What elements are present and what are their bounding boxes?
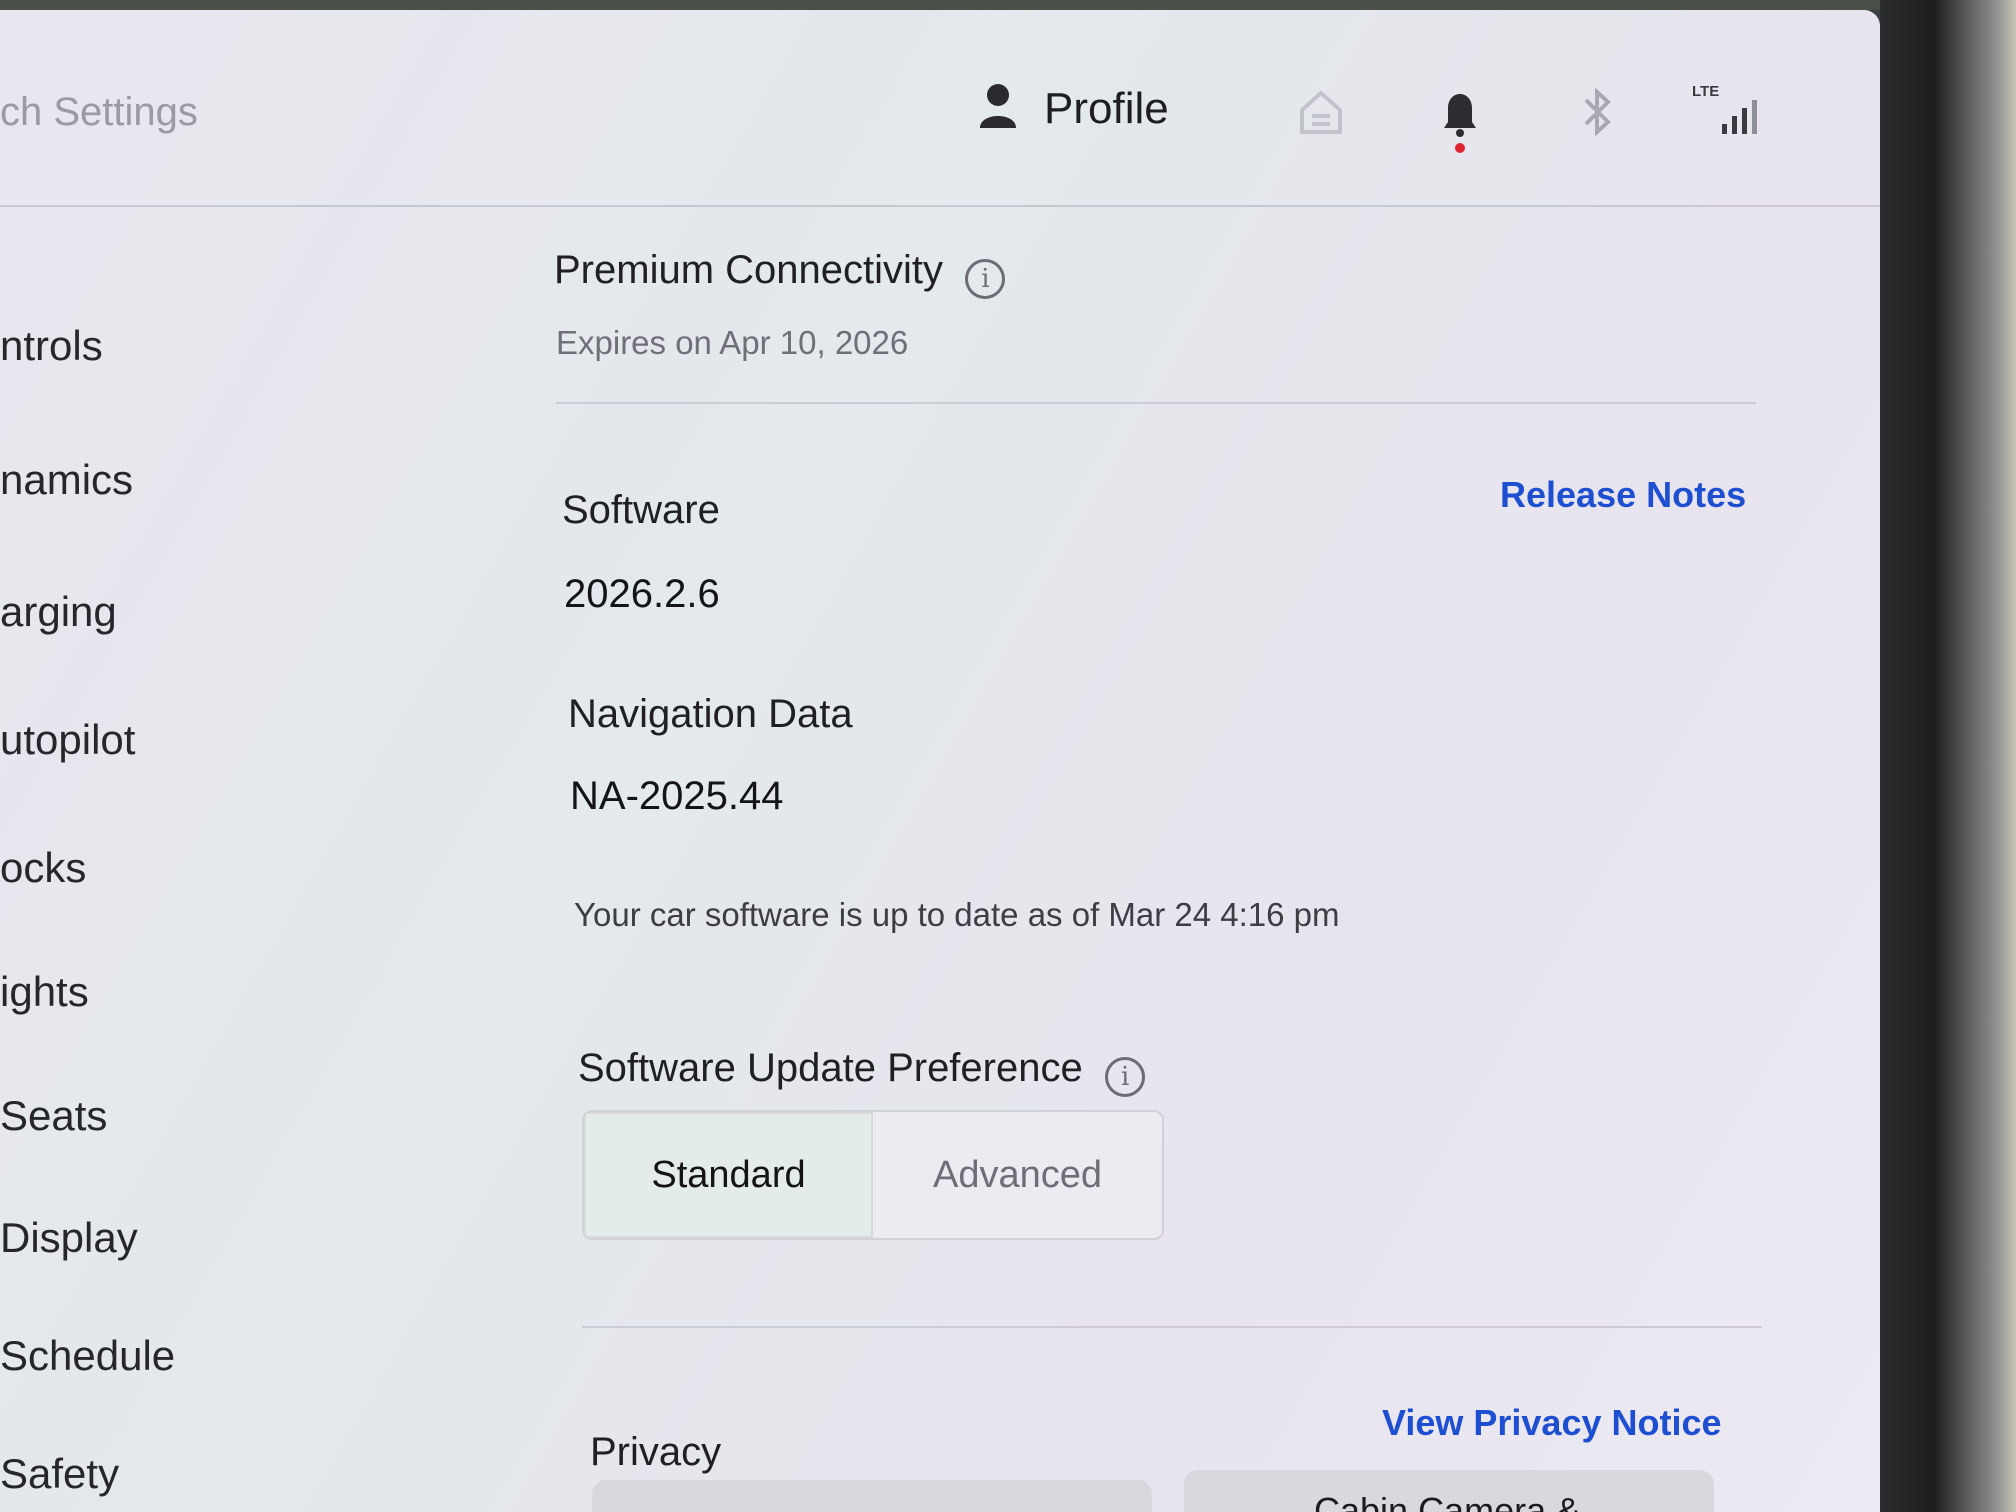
update-preference-selector: Standard Advanced <box>582 1110 1164 1240</box>
sidebar-item-locks[interactable]: ocks <box>0 844 86 892</box>
profile-button[interactable]: Profile <box>978 82 1169 135</box>
touchscreen: ch Settings Profile LTE ntrols namics ar… <box>0 10 1880 1512</box>
sidebar-item-controls[interactable]: ntrols <box>0 322 103 370</box>
sidebar-item-dynamics[interactable]: namics <box>0 456 133 504</box>
sidebar-item-seats[interactable]: Seats <box>0 1092 107 1140</box>
sidebar-item-display[interactable]: Display <box>0 1214 138 1262</box>
advanced-option[interactable]: Advanced <box>873 1112 1162 1238</box>
update-preference-row: Software Update Preference i <box>578 1046 1146 1097</box>
lte-label: LTE <box>1692 83 1719 100</box>
status-icons: LTE <box>1290 83 1770 159</box>
standard-option[interactable]: Standard <box>584 1112 873 1238</box>
sidebar-item-autopilot[interactable]: utopilot <box>0 716 135 764</box>
privacy-label: Privacy <box>590 1430 722 1474</box>
premium-connectivity-title: Premium Connectivity <box>554 248 944 292</box>
screen-bezel-right <box>1880 0 2016 1512</box>
release-notes-link[interactable]: Release Notes <box>1500 474 1746 516</box>
home-icon[interactable] <box>1298 88 1344 141</box>
premium-connectivity-row: Premium Connectivity i <box>554 248 1006 299</box>
view-privacy-notice-link[interactable]: View Privacy Notice <box>1382 1402 1722 1444</box>
privacy-setting-card[interactable] <box>592 1480 1152 1512</box>
lte-signal-icon: LTE <box>1690 82 1770 143</box>
sidebar-item-charging[interactable]: arging <box>0 588 117 636</box>
person-icon <box>978 82 1018 135</box>
navigation-data-label: Navigation Data <box>568 692 853 736</box>
software-label: Software <box>562 488 720 532</box>
navigation-data-version: NA-2025.44 <box>570 774 784 818</box>
page-title: ch Settings <box>0 90 198 134</box>
cabin-camera-card[interactable]: Cabin Camera & <box>1184 1470 1714 1512</box>
sidebar-item-lights[interactable]: ights <box>0 968 89 1016</box>
bluetooth-icon[interactable] <box>1580 87 1614 141</box>
sidebar-item-schedule[interactable]: Schedule <box>0 1332 175 1380</box>
info-icon[interactable]: i <box>965 258 1006 299</box>
profile-label: Profile <box>1044 83 1169 133</box>
cabin-camera-label: Cabin Camera & <box>1314 1490 1581 1512</box>
software-panel: Premium Connectivity i Expires on Apr 10… <box>552 206 1772 1512</box>
sidebar-item-safety[interactable]: Safety <box>0 1450 119 1498</box>
divider <box>582 1326 1762 1328</box>
connectivity-expiry: Expires on Apr 10, 2026 <box>556 324 909 361</box>
info-icon[interactable]: i <box>1105 1056 1146 1097</box>
screen-bezel-top <box>0 0 1880 10</box>
top-bar: ch Settings Profile LTE <box>0 10 1880 207</box>
software-version: 2026.2.6 <box>564 572 720 616</box>
divider <box>556 402 1756 404</box>
update-preference-label: Software Update Preference <box>578 1046 1083 1090</box>
software-status-text: Your car software is up to date as of Ma… <box>574 896 1340 933</box>
bell-icon[interactable] <box>1440 88 1480 159</box>
